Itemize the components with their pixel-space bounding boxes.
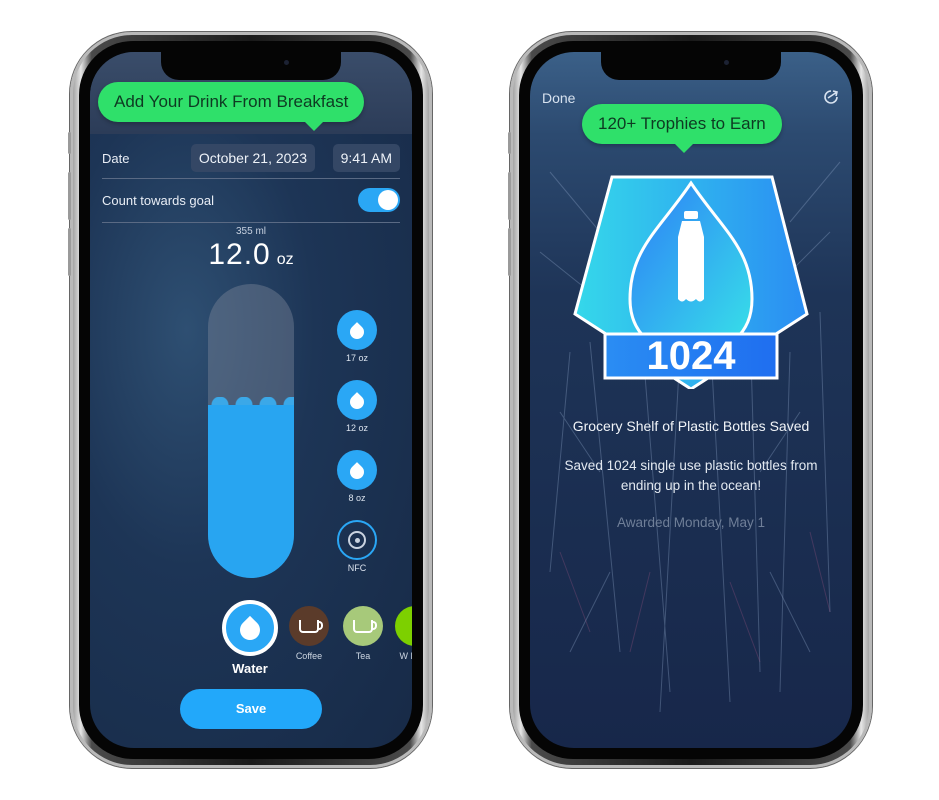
trophy-title: Grocery Shelf of Plastic Bottles Saved: [572, 418, 810, 434]
volume-oz-display: 12.0 oz: [90, 238, 412, 272]
volume-unit: oz: [276, 251, 294, 268]
fireworks-background: [539, 161, 841, 713]
drink-tea[interactable]: Tea: [338, 600, 388, 661]
awarded-date: Awarded Monday, May 1: [616, 515, 766, 530]
badge-number: 1024: [647, 334, 737, 378]
date-row: Date October 21, 2023 9:41 AM: [102, 140, 400, 176]
toggle-knob: [378, 190, 398, 210]
mute-switch: [508, 132, 511, 154]
preset-12oz[interactable]: 12 oz: [334, 380, 380, 450]
preset-8oz[interactable]: 8 oz: [334, 450, 380, 520]
done-button[interactable]: Done: [542, 90, 575, 106]
time-picker[interactable]: 9:41 AM: [332, 144, 400, 172]
count-towards-goal-label: Count towards goal: [102, 193, 215, 208]
volume-oz-value: 12.0: [208, 238, 271, 271]
phone-frame-left: Add Your Drink From Breakfast Date Octob…: [68, 32, 432, 768]
notch: [161, 52, 341, 80]
trophy-screen: Done 120+ Trophies to Earn 1024 Grocery …: [530, 52, 852, 748]
drink-label: Water: [232, 661, 268, 676]
electrolyte-icon: [395, 606, 412, 646]
share-icon[interactable]: [822, 88, 840, 106]
callout-bubble: 120+ Trophies to Earn: [582, 104, 782, 153]
water-fill: [208, 404, 294, 578]
drink-electrolyte[interactable]: W Elect: [390, 600, 412, 661]
divider: [102, 178, 400, 179]
volume-down-button: [68, 228, 71, 276]
drink-coffee[interactable]: Coffee: [284, 600, 334, 661]
volume-up-button: [68, 172, 71, 220]
water-drop-icon: [337, 380, 377, 420]
coffee-cup-icon: [289, 606, 329, 646]
tea-cup-icon: [343, 606, 383, 646]
volume-down-button: [508, 228, 511, 276]
nfc-icon: [337, 520, 377, 560]
camera: [724, 60, 729, 65]
mute-switch: [68, 132, 71, 154]
date-label: Date: [102, 151, 130, 166]
phone-frame-right: Done 120+ Trophies to Earn 1024 Grocery …: [508, 32, 872, 768]
preset-label: 12 oz: [345, 423, 369, 433]
notch: [601, 52, 781, 80]
camera: [284, 60, 289, 65]
trophy-badge: 1024: [573, 175, 809, 389]
drink-type-carousel[interactable]: Water Coffee Tea W Elect: [220, 600, 412, 680]
water-wave: [208, 396, 294, 405]
callout-bubble: Add Your Drink From Breakfast: [98, 82, 365, 131]
water-drop-icon: [337, 310, 377, 350]
preset-label: NFC: [347, 563, 367, 573]
water-drop-icon: [337, 450, 377, 490]
preset-label: 17 oz: [345, 353, 369, 363]
volume-up-button: [508, 172, 511, 220]
preset-17oz[interactable]: 17 oz: [334, 310, 380, 380]
goal-row: Count towards goal: [102, 186, 400, 216]
drink-label: W Elect: [399, 651, 412, 661]
drink-label: Tea: [355, 651, 371, 661]
add-drink-screen: Add Your Drink From Breakfast Date Octob…: [90, 52, 412, 748]
preset-nfc[interactable]: NFC: [334, 520, 380, 590]
volume-slider[interactable]: [208, 284, 294, 578]
water-drop-icon: [222, 600, 278, 656]
trophy-description: Saved 1024 single use plastic bottles fr…: [564, 458, 818, 493]
divider: [102, 222, 400, 223]
date-picker[interactable]: October 21, 2023: [190, 144, 315, 172]
preset-list: 17 oz 12 oz 8 oz NFC: [334, 310, 380, 590]
save-button[interactable]: Save: [180, 689, 322, 729]
plastic-bottle-icon: [678, 211, 704, 302]
volume-ml: 355 ml: [235, 226, 266, 237]
drink-label: Coffee: [295, 651, 323, 661]
preset-label: 8 oz: [348, 493, 366, 503]
count-towards-goal-toggle[interactable]: [358, 188, 400, 212]
drink-water[interactable]: Water: [220, 600, 280, 676]
